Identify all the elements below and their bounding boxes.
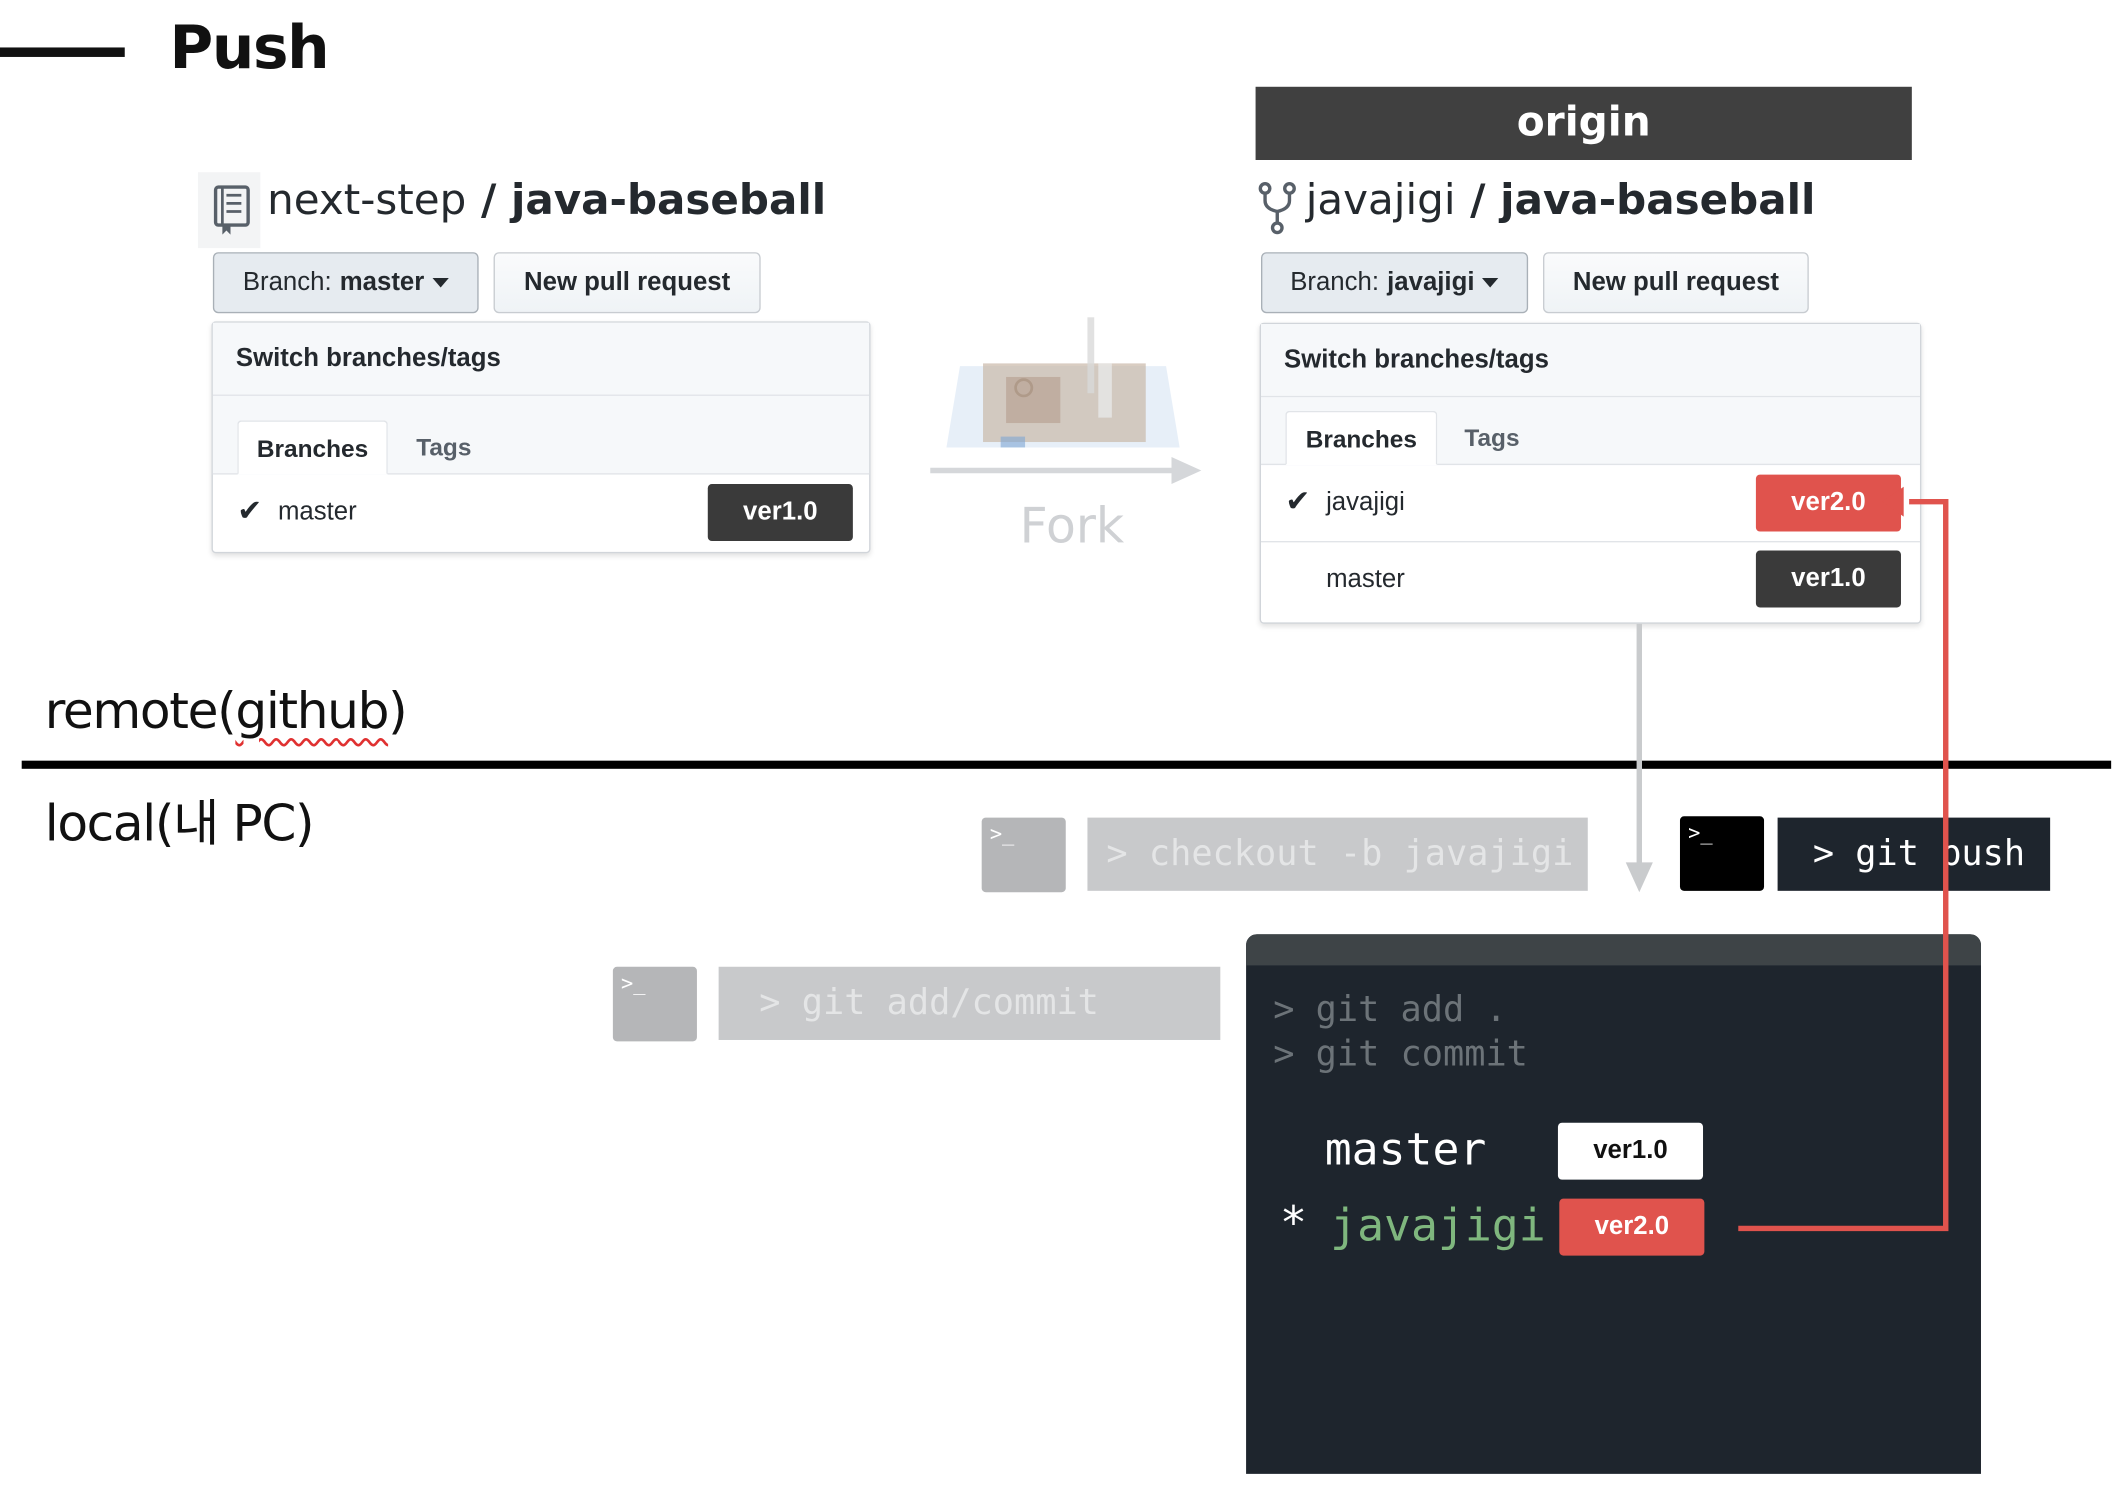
right-repo-title[interactable]: javajigi / java-baseball (1306, 176, 1816, 225)
left-new-pull-request-button[interactable]: New pull request (493, 252, 761, 314)
add-commit-command: > git add/commit (718, 966, 1221, 1040)
branch-name: master (1326, 565, 1405, 594)
left-branch-select[interactable]: Branch: master (212, 252, 479, 314)
left-branch-dropdown: Switch branches/tags Branches Tags ✔ mas… (211, 321, 871, 554)
dropdown-title: Switch branches/tags (212, 322, 870, 396)
fork-label: Fork (1019, 498, 1125, 555)
remote-label: remote(github) (44, 682, 408, 741)
right-repo-owner[interactable]: javajigi (1306, 176, 1456, 225)
local-label: local(내 PC) (44, 794, 315, 853)
fork-arrow (930, 456, 1202, 485)
remote-label-prefix: remote( (44, 682, 237, 741)
branch-item[interactable]: ✔ master ver1.0 (213, 475, 869, 551)
terminal-icon: >_ (612, 966, 697, 1042)
left-repo-name[interactable]: java-baseball (511, 176, 826, 225)
tab-tags[interactable]: Tags (1445, 411, 1538, 465)
branch-name: master (277, 497, 357, 527)
current-branch-marker: * (1279, 1195, 1307, 1249)
right-new-pull-request-button[interactable]: New pull request (1543, 252, 1809, 314)
check-icon: ✔ (1285, 484, 1311, 518)
version-tag: ver2.0 (1559, 1198, 1705, 1256)
title-rule (0, 47, 125, 57)
dropdown-title: Switch branches/tags (1260, 324, 1920, 398)
dropdown-tabs: Branches Tags (1260, 397, 1920, 466)
branch-name: javajigi (1326, 488, 1405, 517)
right-repo-name[interactable]: java-baseball (1500, 176, 1815, 225)
tab-tags[interactable]: Tags (397, 420, 490, 474)
left-repo-separator: / (466, 176, 511, 226)
remote-label-suffix: ) (388, 682, 408, 741)
dropdown-tabs: Branches Tags (212, 395, 870, 475)
repo-book-icon (213, 185, 250, 235)
console-branch-name: javajigi (1330, 1198, 1546, 1252)
push-arrow (1738, 486, 1949, 1232)
repo-forked-icon (1258, 182, 1296, 235)
tab-branches[interactable]: Branches (237, 420, 388, 475)
fork-utensil-icon (946, 317, 1180, 448)
version-tag: ver1.0 (707, 484, 853, 542)
left-repo-owner[interactable]: next-step (267, 176, 466, 225)
version-tag: ver1.0 (1557, 1122, 1704, 1180)
branch-select-label: Branch: (1290, 267, 1380, 297)
caret-down-icon (1482, 277, 1499, 288)
checkout-down-arrow (1625, 623, 1653, 893)
console-branch-name: master (1324, 1122, 1487, 1176)
checkout-command: > checkout -b javajigi (1087, 817, 1588, 891)
branch-select-label: Branch: (242, 267, 332, 297)
remote-label-word: github (235, 682, 389, 741)
slide-title: Push (169, 13, 329, 83)
right-branch-select[interactable]: Branch: javajigi (1260, 252, 1529, 314)
console-line: > git add . (1273, 989, 1507, 1031)
left-repo-title[interactable]: next-step / java-baseball (267, 176, 826, 225)
branch-select-value: master (339, 267, 425, 297)
check-icon: ✔ (237, 493, 263, 528)
terminal-icon: >_ (981, 817, 1066, 893)
caret-down-icon (432, 277, 449, 288)
origin-label: origin (1255, 86, 1912, 160)
right-repo-separator: / (1455, 176, 1501, 226)
branch-select-value: javajigi (1387, 267, 1475, 297)
console-line: > git commit (1273, 1034, 1528, 1076)
tab-branches[interactable]: Branches (1285, 410, 1438, 466)
